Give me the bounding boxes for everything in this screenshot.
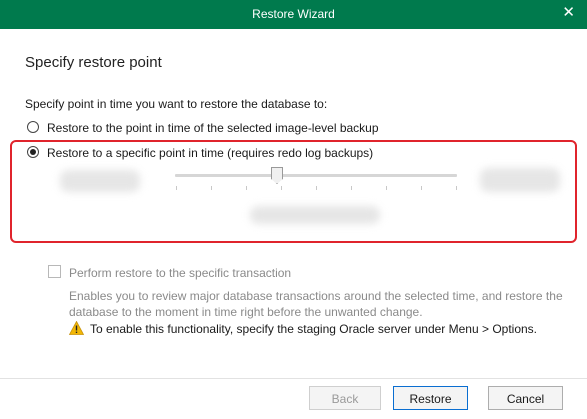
specific-transaction-checkbox[interactable] — [48, 265, 61, 278]
warning-text: To enable this functionality, specify th… — [90, 322, 538, 336]
option-image-level-label: Restore to the point in time of the sele… — [47, 121, 379, 135]
cancel-button[interactable]: Cancel — [488, 386, 563, 410]
slider-tick — [211, 186, 212, 190]
slider-tick — [246, 186, 247, 190]
close-icon[interactable]: ✕ — [562, 5, 575, 21]
selected-time-blurred — [250, 206, 380, 224]
slider-tick — [386, 186, 387, 190]
radio-image-level-backup[interactable] — [27, 121, 39, 133]
slider-tick — [421, 186, 422, 190]
restore-point-prompt: Specify point in time you want to restor… — [25, 97, 328, 111]
slider-start-time-blurred — [60, 170, 140, 192]
slider-tick — [281, 186, 282, 190]
slider-tick — [456, 186, 457, 190]
slider-end-time-blurred — [480, 168, 560, 192]
slider-tick — [176, 186, 177, 190]
slider-tick — [316, 186, 317, 190]
warning-icon — [69, 321, 84, 335]
window-title: Restore Wizard — [252, 7, 335, 21]
slider-tick — [351, 186, 352, 190]
transaction-description: Enables you to review major database tra… — [69, 289, 563, 319]
page-title: Specify restore point — [25, 54, 162, 71]
back-button[interactable]: Back — [309, 386, 381, 410]
specific-transaction-label: Perform restore to the specific transact… — [69, 266, 292, 280]
title-bar: Restore Wizard ✕ — [0, 0, 587, 29]
point-in-time-slider[interactable] — [175, 174, 457, 177]
wizard-header: Specify restore point — [0, 29, 587, 92]
restore-button[interactable]: Restore — [393, 386, 468, 410]
